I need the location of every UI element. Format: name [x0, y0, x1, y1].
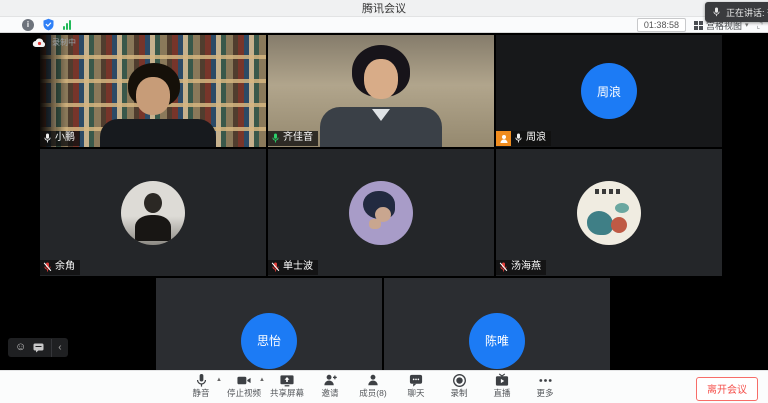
avatar: 陈唯: [469, 313, 525, 369]
chevron-down-icon: ▾: [745, 21, 749, 29]
participant-name-label: 周浪: [511, 131, 551, 146]
video-tile-qijiayin[interactable]: 齐佳音: [268, 35, 494, 147]
chat-button[interactable]: 聊天: [398, 373, 434, 398]
meeting-info-icon[interactable]: i: [22, 19, 34, 31]
avatar: 周浪: [581, 63, 637, 119]
members-label: 成员(8): [359, 388, 386, 398]
window-title: 腾讯会议: [362, 0, 406, 16]
participant-name: 单士波: [283, 261, 313, 273]
live-stream-button[interactable]: 直播: [484, 373, 520, 398]
video-tile-zhoulang[interactable]: 周浪 周浪: [496, 35, 722, 147]
mute-submenu-caret[interactable]: ▲: [216, 377, 222, 383]
more-button[interactable]: 更多: [527, 373, 563, 398]
participant-name-label: 齐佳音: [268, 131, 318, 146]
chat-label: 聊天: [407, 388, 424, 398]
video-tile-siyi[interactable]: 思怡: [156, 278, 382, 370]
mute-label: 静音: [192, 388, 209, 398]
grid-view-icon: [694, 21, 703, 30]
stop-video-button[interactable]: 停止视频 ▲: [226, 373, 262, 398]
participant-name-label: 小鹏: [40, 131, 80, 146]
video-tile-chenwei[interactable]: 陈唯: [384, 278, 610, 370]
invite-person-icon: [322, 373, 338, 388]
avatar-name: 陈唯: [485, 332, 509, 349]
video-submenu-caret[interactable]: ▲: [259, 377, 265, 383]
more-label: 更多: [536, 388, 553, 398]
reaction-dock: ☺ ‹: [8, 338, 68, 357]
participant-name: 齐佳音: [283, 132, 313, 144]
members-button[interactable]: 成员(8): [355, 373, 391, 398]
chat-bubble-icon[interactable]: [33, 343, 44, 353]
emoji-reaction-icon[interactable]: ☺: [15, 342, 26, 353]
meeting-timer: 01:38:58: [637, 18, 686, 32]
security-shield-icon[interactable]: [42, 18, 55, 31]
network-signal-icon[interactable]: [63, 20, 71, 30]
participant-name-label: 余角: [40, 260, 80, 275]
participant-name: 小鹏: [55, 132, 75, 144]
mic-on-icon: [514, 132, 523, 144]
speaking-label: 正在讲话: 齐: [726, 6, 768, 19]
live-stream-icon: [494, 373, 510, 388]
invite-label: 邀请: [321, 388, 338, 398]
avatar: 思怡: [241, 313, 297, 369]
participant-name-label: 汤海燕: [496, 260, 546, 275]
video-tile-tanghaiyan[interactable]: 汤海燕: [496, 149, 722, 276]
mute-button[interactable]: 静音 ▲: [183, 373, 219, 398]
person-icon: [499, 134, 509, 144]
tencent-meeting-window: { "window": { "title": "腾讯会议" }, "status…: [0, 0, 768, 403]
avatar-image: [577, 181, 641, 245]
toolbar-buttons: 静音 ▲ 停止视频 ▲ 共享屏幕: [183, 373, 563, 398]
live-stream-label: 直播: [493, 388, 510, 398]
window-titlebar: 腾讯会议: [0, 0, 768, 17]
stop-video-label: 停止视频: [227, 388, 261, 398]
mic-muted-icon: [499, 261, 508, 273]
meeting-toolbar: 静音 ▲ 停止视频 ▲ 共享屏幕: [0, 370, 768, 403]
speaking-indicator-tooltip: 正在讲话: 齐: [705, 2, 768, 22]
video-tile-yujiao[interactable]: 余角: [40, 149, 266, 276]
mic-speaking-icon: [271, 132, 280, 144]
hand-raised-badge: [496, 131, 511, 146]
members-icon: [365, 373, 381, 388]
cloud-icon: [32, 37, 47, 48]
participant-name-label: 单士波: [268, 260, 318, 275]
camera-icon: [236, 373, 252, 388]
participant-name: 周浪: [526, 132, 546, 144]
avatar-image: [349, 181, 413, 245]
mic-muted-icon: [271, 261, 280, 273]
mic-on-icon: [43, 132, 52, 144]
record-button[interactable]: 录制: [441, 373, 477, 398]
record-label: 录制: [450, 388, 467, 398]
cloud-recording-indicator: 录制中: [32, 37, 76, 48]
participant-name: 余角: [55, 261, 75, 273]
avatar-image: [121, 181, 185, 245]
status-icons: i: [22, 18, 71, 31]
leave-meeting-button[interactable]: 离开会议: [696, 377, 758, 401]
microphone-icon: [194, 373, 209, 388]
more-dots-icon: [538, 373, 553, 388]
mic-muted-icon: [43, 261, 52, 273]
record-icon: [452, 373, 467, 388]
video-grid: 录制中 小鹏 齐佳音: [0, 33, 768, 370]
share-screen-icon: [279, 373, 295, 388]
share-screen-label: 共享屏幕: [270, 388, 304, 398]
participant-name: 汤海燕: [511, 261, 541, 273]
recording-label: 录制中: [52, 37, 76, 48]
collapse-chevron-icon[interactable]: ‹: [51, 339, 67, 357]
avatar-name: 周浪: [597, 83, 621, 100]
chat-bubble-icon: [408, 373, 424, 388]
share-screen-button[interactable]: 共享屏幕: [269, 373, 305, 398]
meeting-status-strip: i 01:38:58 宫格视图 ▾ ⌞⌝: [0, 17, 768, 33]
invite-button[interactable]: 邀请: [312, 373, 348, 398]
avatar-name: 思怡: [257, 332, 281, 349]
video-tile-xiaopeng[interactable]: 小鹏: [40, 35, 266, 147]
video-tile-shanshibo[interactable]: 单士波: [268, 149, 494, 276]
microphone-icon: [712, 6, 721, 18]
